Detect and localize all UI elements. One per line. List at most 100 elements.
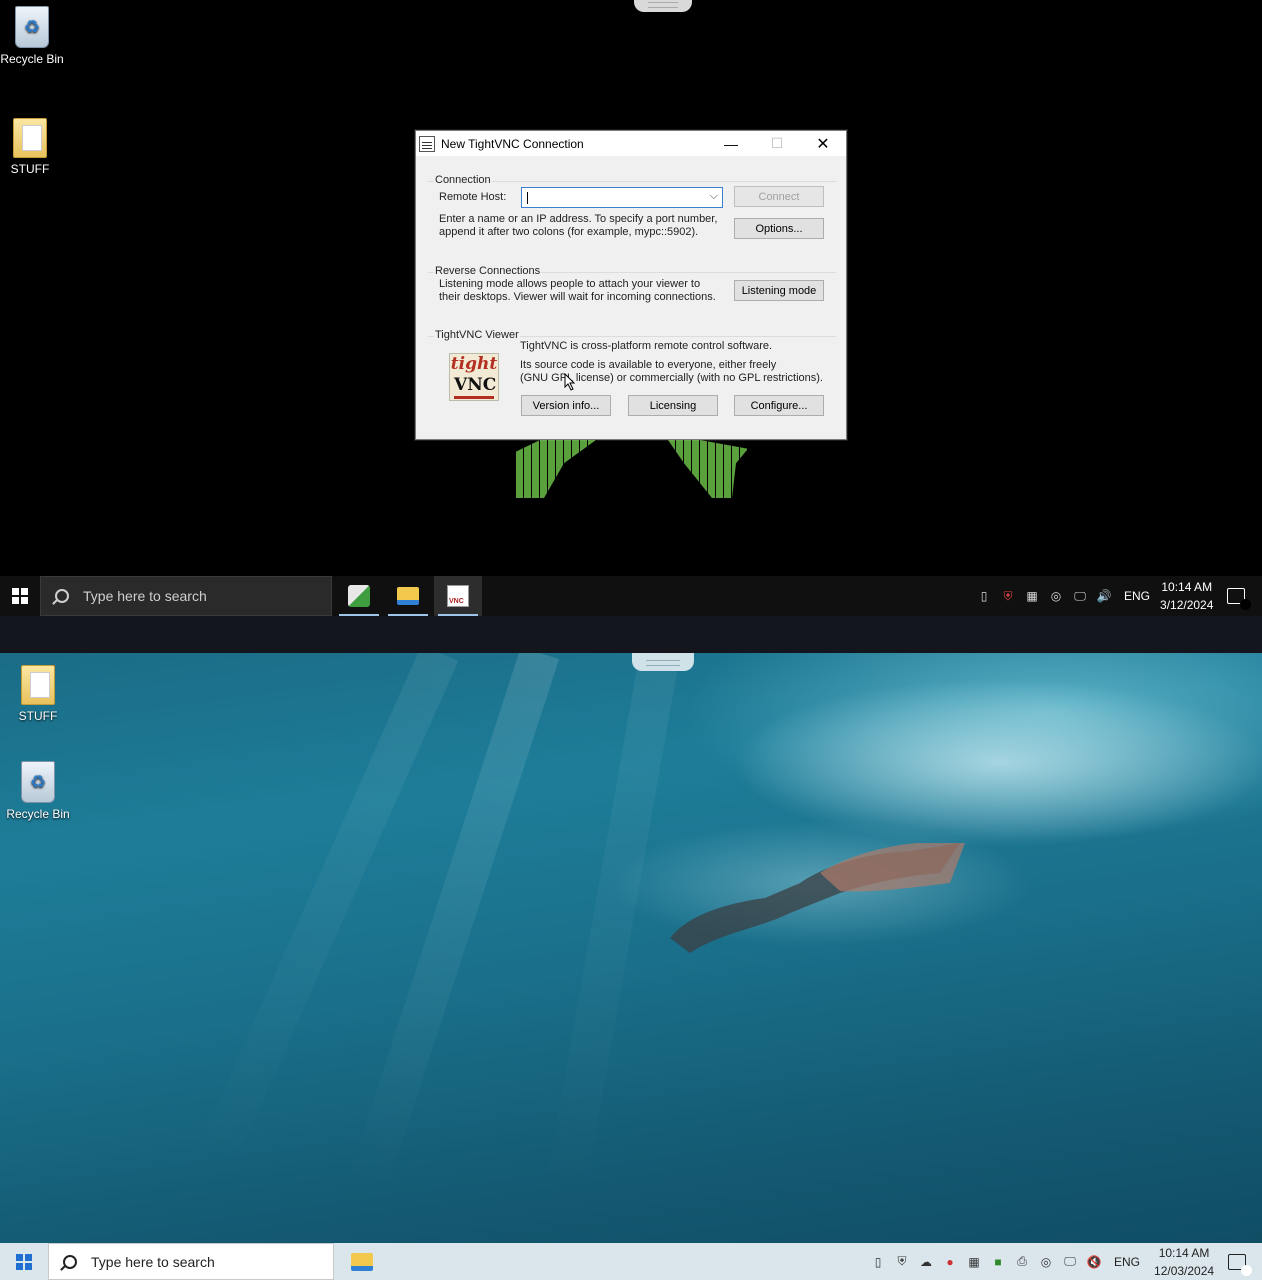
dialog-title-bar[interactable]: New TightVNC Connection — ☐ ✕ <box>416 131 846 156</box>
memory-icon[interactable]: ▦ <box>1024 588 1040 604</box>
clock-time: 10:14 AM <box>1158 1245 1210 1260</box>
tightvnc-app-icon <box>419 135 435 152</box>
shield-icon[interactable]: ⛨ <box>1000 588 1016 604</box>
search-box[interactable]: Type here to search <box>48 1243 334 1280</box>
shield-icon[interactable]: ⛨ <box>894 1254 910 1270</box>
taskbar-app-tightvnc[interactable] <box>434 576 482 616</box>
viewer-text-line2: Its source code is available to everyone… <box>520 359 777 371</box>
taskbar-app-file-explorer[interactable] <box>384 576 432 616</box>
taskbar-app-file-explorer[interactable] <box>338 1243 386 1280</box>
windows-logo-icon <box>16 1253 32 1270</box>
close-button[interactable]: ✕ <box>800 131 846 156</box>
desktop-icon-label: Recycle Bin <box>6 807 70 821</box>
antivirus-icon[interactable]: ● <box>942 1254 958 1270</box>
reverse-text-line1: Listening mode allows people to attach y… <box>439 278 701 290</box>
start-button[interactable] <box>0 576 40 616</box>
windows-logo-icon <box>12 588 28 604</box>
group-label: Connection <box>434 174 492 186</box>
desktop-icon-label: STUFF <box>18 709 58 723</box>
desktop-icon-recycle-bin[interactable]: Recycle Bin <box>0 6 68 66</box>
search-placeholder: Type here to search <box>91 1253 215 1270</box>
network-icon[interactable]: 🖵 <box>1062 1254 1078 1270</box>
taskbar-bottom: Type here to search ▯ ⛨ ☁ ● ▦ ■ ⎙ ◎ 🖵 🔇 … <box>0 1243 1262 1280</box>
file-explorer-icon <box>351 1252 373 1271</box>
recycle-bin-icon <box>15 6 49 48</box>
clock[interactable]: 10:14 AM 12/03/2024 <box>1154 1244 1214 1280</box>
options-button[interactable]: Options... <box>734 218 824 239</box>
folder-icon <box>21 665 55 705</box>
meet-now-icon[interactable]: ◎ <box>1048 588 1064 604</box>
system-tray: ▯ ⛨ ▦ ◎ 🖵 🔊 ENG 10:14 AM 3/12/2024 3 <box>972 576 1252 616</box>
text-caret <box>527 191 528 204</box>
notification-icon[interactable]: 7 <box>1228 1253 1253 1276</box>
file-explorer-icon <box>397 587 419 605</box>
tightvnc-icon <box>447 585 469 607</box>
taskbar-app-security[interactable] <box>335 576 383 616</box>
printer-icon[interactable]: ⎙ <box>1014 1254 1030 1270</box>
recycle-bin-icon <box>21 761 55 803</box>
wallpaper-pixel-art-left <box>516 440 596 498</box>
remote-host-label: Remote Host: <box>439 191 507 203</box>
maximize-button[interactable]: ☐ <box>754 131 800 156</box>
folder-icon <box>13 118 47 158</box>
dialog-title: New TightVNC Connection <box>441 136 584 151</box>
logo-text-tight: tight <box>450 354 498 374</box>
reverse-connections-group: Reverse Connections <box>428 265 836 277</box>
search-icon <box>55 589 69 603</box>
remote-desktop-top: Recycle Bin STUFF New TightVNC Connectio… <box>0 0 1262 616</box>
version-info-button[interactable]: Version info... <box>521 395 611 416</box>
tightvnc-connection-dialog: New TightVNC Connection — ☐ ✕ Connection… <box>415 130 847 440</box>
usb-icon[interactable]: ▯ <box>976 588 992 604</box>
notification-icon[interactable]: 3 <box>1227 588 1252 610</box>
language-indicator[interactable]: ENG <box>1124 589 1150 603</box>
listening-mode-button[interactable]: Listening mode <box>734 280 824 301</box>
light-ray <box>543 653 680 1208</box>
language-indicator[interactable]: ENG <box>1114 1255 1140 1269</box>
security-app-icon <box>348 585 370 607</box>
meet-now-icon[interactable]: ◎ <box>1038 1254 1054 1270</box>
viewer-text-line1: TightVNC is cross-platform remote contro… <box>520 340 773 352</box>
wallpaper-pixel-art-right <box>668 440 748 498</box>
mouse-cursor-icon <box>564 373 576 391</box>
start-button[interactable] <box>4 1243 44 1280</box>
configure-button[interactable]: Configure... <box>734 395 824 416</box>
group-label: Reverse Connections <box>434 265 542 277</box>
search-placeholder: Type here to search <box>83 588 207 604</box>
light-ray <box>193 653 459 1173</box>
licensing-button[interactable]: Licensing <box>628 395 718 416</box>
notification-count: 7 <box>1241 1264 1253 1276</box>
vnc-toolbar-tab[interactable] <box>634 0 692 12</box>
desktop-icon-recycle-bin[interactable]: Recycle Bin <box>2 761 74 821</box>
volume-muted-icon[interactable]: 🔇 <box>1086 1254 1102 1270</box>
clock-date: 12/03/2024 <box>1154 1263 1215 1278</box>
clock[interactable]: 10:14 AM 3/12/2024 <box>1160 578 1213 614</box>
usb-icon[interactable]: ▯ <box>870 1254 886 1270</box>
notification-count: 3 <box>1240 599 1252 610</box>
screen-divider <box>0 616 1262 653</box>
logo-text-vnc: VNC <box>454 374 496 399</box>
desktop-icon-stuff[interactable]: STUFF <box>0 118 66 176</box>
clock-date: 3/12/2024 <box>1160 598 1214 612</box>
taskbar-top: Type here to search ▯ ⛨ ▦ ◎ 🖵 🔊 ENG 10:1… <box>0 576 1262 616</box>
connection-hint-line1: Enter a name or an IP address. To specif… <box>439 213 718 225</box>
desktop-icon-stuff[interactable]: STUFF <box>2 665 74 723</box>
connection-hint-line2: append it after two colons (for example,… <box>439 226 699 238</box>
reverse-text-line2: their desktops. Viewer will wait for inc… <box>439 291 716 303</box>
minimize-button[interactable]: — <box>708 131 754 156</box>
cloud-offline-icon[interactable]: ☁ <box>918 1254 934 1270</box>
tightvnc-logo: tight VNC <box>449 353 499 401</box>
nvidia-icon[interactable]: ■ <box>990 1254 1006 1270</box>
local-desktop-bottom: STUFF Recycle Bin <box>0 653 1262 1280</box>
remote-host-input[interactable]: ⌵ <box>521 187 723 208</box>
system-tray: ▯ ⛨ ☁ ● ▦ ■ ⎙ ◎ 🖵 🔇 ENG 10:14 AM 12/03/2… <box>866 1243 1253 1280</box>
search-box[interactable]: Type here to search <box>40 576 332 616</box>
vnc-toolbar-tab[interactable] <box>632 653 694 671</box>
connection-group: Connection <box>428 174 836 186</box>
freediver-wallpaper-image <box>670 843 965 953</box>
network-icon[interactable]: 🖵 <box>1072 588 1088 604</box>
chevron-down-icon[interactable]: ⌵ <box>710 190 718 203</box>
search-icon <box>63 1254 77 1269</box>
connect-button[interactable]: Connect <box>734 186 824 207</box>
volume-icon[interactable]: 🔊 <box>1096 588 1112 604</box>
memory-icon[interactable]: ▦ <box>966 1254 982 1270</box>
